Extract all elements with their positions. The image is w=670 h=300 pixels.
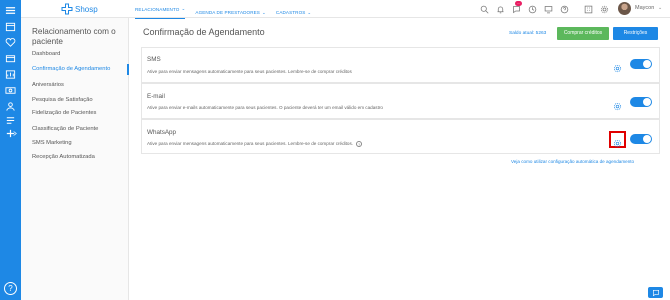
sidebar-title: Relacionamento com o paciente bbox=[32, 27, 116, 46]
users-icon[interactable] bbox=[3, 100, 18, 112]
clock-icon[interactable] bbox=[527, 4, 537, 14]
notification-badge: ... bbox=[515, 1, 522, 6]
sidebar-item-dashboard[interactable]: Dashboard bbox=[21, 49, 129, 60]
nav-agenda-prestadores[interactable]: AGENDA DE PRESTADORES ⌄ bbox=[195, 6, 266, 19]
whatsapp-toggle[interactable] bbox=[630, 134, 652, 144]
top-bar: Shosp RELACIONAMENTO ⌄ AGENDA DE PRESTADO… bbox=[21, 0, 670, 19]
sidebar: Relacionamento com o paciente Dashboard … bbox=[21, 18, 129, 300]
nav-relacionamento[interactable]: RELACIONAMENTO ⌄ bbox=[135, 6, 186, 19]
toolbar-icons: ... bbox=[479, 1, 609, 14]
brand-name: Shosp bbox=[75, 4, 98, 14]
chevron-right-icon[interactable] bbox=[11, 127, 19, 139]
channel-name: E-mail bbox=[147, 93, 165, 100]
help-icon[interactable]: ? bbox=[4, 282, 17, 295]
chevron-down-icon: ⌄ bbox=[307, 9, 312, 15]
gear-icon[interactable] bbox=[599, 4, 609, 14]
channel-card-email: E-mail Ative para enviar e-mails automat… bbox=[141, 83, 660, 119]
list-icon[interactable] bbox=[3, 114, 18, 126]
sidebar-item-aniversarios[interactable]: Aniversários bbox=[21, 80, 129, 91]
chat-icon[interactable]: ... bbox=[511, 1, 522, 14]
heart-icon[interactable] bbox=[3, 36, 18, 48]
channel-description: Ative para enviar mensagens automaticame… bbox=[147, 141, 354, 147]
sidebar-item-classificacao[interactable]: Classificação de Paciente bbox=[21, 124, 129, 135]
bell-icon[interactable] bbox=[495, 4, 505, 14]
chevron-down-icon: ⌄ bbox=[261, 9, 266, 15]
sidebar-item-pesquisa[interactable]: Pesquisa de Satisfação bbox=[21, 95, 129, 106]
buy-credits-button[interactable]: Comprar créditos bbox=[557, 27, 609, 40]
channel-description: Ative para enviar e-mails automaticament… bbox=[147, 105, 383, 110]
wallet-icon[interactable] bbox=[3, 52, 18, 64]
channel-name: SMS bbox=[147, 56, 161, 63]
brand-logo[interactable]: Shosp bbox=[61, 3, 98, 15]
icon-rail: ? bbox=[0, 0, 21, 300]
calendar-icon[interactable] bbox=[3, 20, 18, 32]
email-toggle[interactable] bbox=[630, 97, 652, 107]
help-icon[interactable]: ? bbox=[356, 141, 363, 147]
sidebar-item-sms-marketing[interactable]: SMS Marketing bbox=[21, 138, 129, 149]
chart-icon[interactable] bbox=[3, 68, 18, 80]
channel-description-row: Ative para enviar mensagens automaticame… bbox=[147, 141, 363, 147]
balance-link[interactable]: Saldo atual: 5263 bbox=[509, 31, 546, 36]
settings-gear-icon[interactable] bbox=[613, 60, 622, 73]
search-icon[interactable] bbox=[479, 4, 489, 14]
home-icon[interactable] bbox=[3, 4, 18, 16]
money-icon[interactable] bbox=[3, 84, 18, 96]
channel-name: WhatsApp bbox=[147, 129, 177, 136]
nav-cadastros[interactable]: CADASTROS ⌄ bbox=[276, 6, 311, 19]
chevron-down-icon: ⌄ bbox=[181, 6, 186, 11]
channel-card-sms: SMS Ative para enviar mensagens automati… bbox=[141, 47, 660, 83]
settings-gear-icon[interactable] bbox=[613, 98, 622, 111]
help-link[interactable]: Veja como utilizar configuração automáti… bbox=[511, 159, 634, 164]
channel-card-whatsapp: WhatsApp Ative para enviar mensagens aut… bbox=[141, 119, 660, 154]
cross-logo-icon bbox=[61, 3, 73, 15]
sidebar-item-fidelizacao[interactable]: Fidelização de Pacientes bbox=[21, 108, 129, 119]
monitor-icon[interactable] bbox=[543, 4, 553, 14]
user-name[interactable]: Maycon bbox=[635, 5, 654, 11]
top-nav: RELACIONAMENTO ⌄ AGENDA DE PRESTADORES ⌄ C… bbox=[135, 6, 311, 19]
restrictions-button[interactable]: Restrições bbox=[613, 27, 658, 40]
help-circle-icon[interactable] bbox=[559, 4, 569, 14]
sidebar-item-confirmacao[interactable]: Confirmação de Agendamento bbox=[21, 64, 129, 75]
sms-toggle[interactable] bbox=[630, 59, 652, 69]
grid-icon[interactable] bbox=[583, 4, 593, 14]
sidebar-item-recepcao[interactable]: Recepção Automatizada bbox=[21, 152, 129, 163]
settings-gear-icon[interactable] bbox=[613, 135, 622, 148]
page-title: Confirmação de Agendamento bbox=[143, 27, 265, 37]
chat-widget-icon[interactable] bbox=[648, 287, 663, 298]
channel-description: Ative para enviar mensagens automaticame… bbox=[147, 69, 352, 74]
avatar[interactable] bbox=[618, 2, 631, 15]
chevron-down-icon[interactable]: ⌄ bbox=[658, 5, 662, 11]
